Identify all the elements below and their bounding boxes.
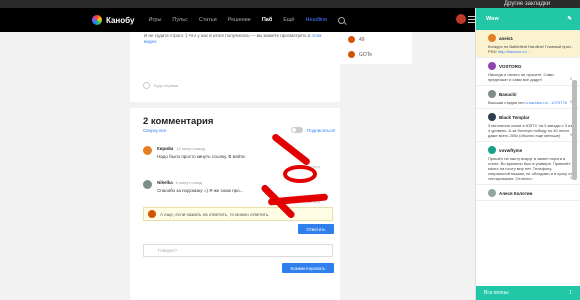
comment-time: 5 минут назад [175, 180, 203, 185]
reaction-row[interactable]: Будь первым [143, 82, 178, 89]
avatar [348, 51, 355, 58]
reply-placeholder: А еще, если нажать на ответить, то можно… [160, 211, 270, 217]
subscribe-label: Подписаться! [307, 127, 336, 133]
comment: Nikelka 5 минут назад Спасибо за подсказк… [143, 180, 307, 193]
wave-text: 3 миллиона очков в ЮЛТС на 3 звезды с 3 … [488, 123, 573, 138]
bookmarks: Другие закладки [494, 0, 550, 8]
wave-item[interactable]: vovwftyme Пришёл на пасту вокруг в замен… [476, 142, 580, 185]
footer-count: 1 [569, 290, 572, 296]
reply-button[interactable]: Ответить [298, 224, 334, 234]
wave-author[interactable]: aneis1 [499, 36, 513, 41]
intro-text: И не судите строго :) Что у нас в итоге … [144, 33, 311, 38]
avatar [488, 113, 496, 121]
reaction-label: Будь первым [154, 83, 179, 88]
subscribe-toggle[interactable]: Подписаться! [291, 127, 335, 133]
avatar [488, 90, 496, 98]
logo-icon [92, 15, 102, 25]
nav-item-games[interactable]: Игры [148, 17, 161, 23]
wave-author[interactable]: Black Templar [499, 115, 529, 120]
divider [130, 102, 340, 108]
wave-item[interactable]: Алеся Колотин [476, 185, 580, 201]
wave-item[interactable]: Black Templar 3 миллиона очков в ЮЛТС на… [476, 109, 580, 142]
nav-item-articles[interactable]: Статьи [199, 17, 217, 23]
reply-input[interactable]: А еще, если нажать на ответить, то можно… [143, 207, 333, 221]
avatar [348, 36, 355, 43]
site-header: Канобу Игры Пульс Статьи Решение Паб Ещё… [0, 8, 475, 32]
wave-link[interactable]: http://kanobu.ru/... [498, 49, 530, 54]
comment-input[interactable]: Говорит? [143, 244, 333, 257]
avatar[interactable] [143, 180, 152, 189]
side-name: GOTe [359, 51, 373, 58]
comment-time: 10 минут назад [176, 146, 205, 151]
side-column: 49 GOTe [340, 32, 412, 64]
wave-item[interactable]: Basuchi Высшая стадия сел u.kanobu.ru/..… [476, 86, 580, 109]
side-row[interactable]: GOTe [340, 47, 412, 62]
side-row[interactable]: 49 [340, 32, 412, 47]
wave-author[interactable]: Алеся Колотин [499, 191, 532, 196]
wave-author[interactable]: VOSTORG [499, 64, 521, 69]
article-text: И не судите строго :) Что у нас в итоге … [144, 33, 329, 45]
avatar [488, 62, 496, 70]
nav-item-headline[interactable]: Headline [306, 17, 328, 23]
comment-text: Спасибо за подсказку =) Я же знаю про... [157, 188, 244, 193]
comment-placeholder: Говорит? [158, 248, 178, 253]
bookmark-other[interactable]: Другие закладки [504, 1, 550, 7]
wave-link[interactable]: u.kanobu.ru/...1075778 [526, 100, 567, 105]
sort-dropdown[interactable]: Сверху все [143, 128, 166, 133]
nav-item-pulse[interactable]: Пульс [172, 17, 187, 23]
avatar [148, 210, 156, 218]
scrollbar[interactable] [572, 80, 577, 180]
comment-button[interactable]: Комментировать [282, 263, 334, 273]
logo[interactable]: Канобу [92, 15, 134, 25]
nav-item-decision[interactable]: Решение [228, 17, 251, 23]
wave-author[interactable]: vovwftyme [499, 148, 522, 153]
wave-item[interactable]: VOSTORG Никогда и ничего не просите. Сам… [476, 58, 580, 86]
side-count: 49 [359, 36, 365, 43]
comment-author[interactable]: Nikelka [157, 180, 173, 185]
comment-author[interactable]: Кирийа [157, 146, 173, 151]
search-icon[interactable] [338, 16, 346, 24]
wave-text: Пришёл на пасту вокруг в замен пороги в … [488, 156, 573, 181]
browser-bookmarks-bar: Другие закладки [0, 0, 580, 8]
avatar [488, 146, 496, 154]
avatar [488, 189, 496, 197]
waves-panel: Wow ✎ aneis1 Конкурс по Battlefield Hard… [475, 8, 580, 300]
main-nav: Игры Пульс Статьи Решение Паб Ещё Headli… [148, 17, 338, 23]
like-icon [143, 82, 150, 89]
avatar [488, 34, 496, 42]
all-waves-link[interactable]: Все волны [484, 290, 509, 296]
panel-header: Wow ✎ [476, 8, 580, 30]
annotation-circle [283, 165, 317, 183]
nav-item-more[interactable]: Ещё [283, 17, 294, 23]
panel-footer[interactable]: Все волны 1 [476, 286, 580, 300]
toggle-switch[interactable] [291, 127, 303, 133]
comments-title: 2 комментария [143, 116, 214, 127]
wave-author[interactable]: Basuchi [499, 92, 517, 97]
wave-item[interactable]: aneis1 Конкурс по Battlefield Hardline! … [476, 30, 580, 58]
panel-title: Wow [486, 16, 499, 22]
user-avatar[interactable] [456, 14, 466, 24]
logo-text: Канобу [106, 15, 135, 25]
comment-text: Надо было просто кинуть ссылку. В войти. [157, 154, 246, 159]
wave-text: Высшая стадия сел [488, 100, 525, 105]
nav-item-pub[interactable]: Паб [262, 17, 272, 23]
avatar[interactable] [143, 146, 152, 155]
edit-icon[interactable]: ✎ [567, 16, 572, 22]
wave-text: Никогда и ничего не просите. Сами предло… [488, 72, 554, 82]
